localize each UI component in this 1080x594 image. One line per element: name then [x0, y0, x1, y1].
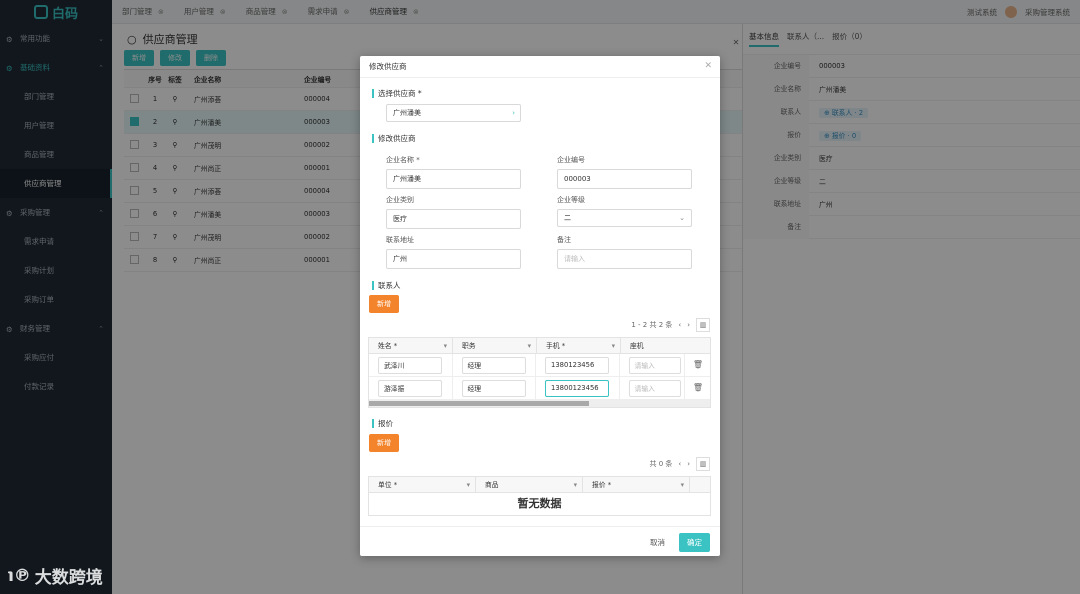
edit-supplier-modal: 修改供应商 ✕ 选择供应商 * 广州潘美 › 修改供应商 企业名称 * 广州潘美 …	[360, 56, 720, 556]
next-page-icon[interactable]: ›	[687, 460, 690, 468]
contact-mobile-input[interactable]: 1380123456	[545, 356, 610, 374]
code-field[interactable]: 000003	[557, 169, 692, 189]
contact-name-input[interactable]: 武泽川	[378, 356, 442, 374]
name-label: 企业名称 *	[386, 156, 420, 164]
code-label: 企业编号	[557, 156, 585, 164]
quote-pager: 共 0 条 ‹ › ▥	[649, 457, 710, 471]
contacts-pager: 1 - 2 共 2 条 ‹ › ▥	[631, 318, 710, 332]
contacts-header: 姓名 * ▾ 职务 ▾ 手机 * ▾ 座机	[369, 337, 710, 354]
note-field[interactable]: 请输入	[557, 249, 692, 269]
chevron-right-icon: ›	[512, 109, 515, 117]
trash-icon[interactable]: 🗑	[693, 383, 703, 392]
cancel-button[interactable]: 取消	[650, 537, 665, 548]
category-label: 企业类别	[386, 196, 414, 204]
level-select[interactable]: 二 ⌄	[557, 209, 692, 227]
chevron-down-icon[interactable]: ▾	[612, 338, 615, 354]
prev-page-icon[interactable]: ‹	[678, 460, 681, 468]
empty-state: 暂无数据	[517, 497, 562, 510]
address-label: 联系地址	[386, 236, 414, 244]
quote-table: 单位 * ▾ 商品 ▾ 报价 * ▾ 暂无数据	[368, 476, 711, 516]
contact-row: 武泽川 经理 1380123456 请输入 🗑	[369, 353, 710, 377]
modal-title: 修改供应商	[369, 62, 407, 71]
section-select: 选择供应商 *	[372, 88, 422, 99]
add-quote-button[interactable]: 新增	[369, 434, 399, 452]
chevron-down-icon: ⌄	[679, 214, 685, 222]
supplier-select[interactable]: 广州潘美 ›	[386, 104, 521, 122]
quote-header: 单位 * ▾ 商品 ▾ 报价 * ▾	[369, 476, 710, 493]
category-field[interactable]: 医疗	[386, 209, 521, 229]
close-icon[interactable]: ✕	[704, 61, 712, 71]
watermark-logo-icon: ℩℗	[8, 565, 31, 586]
contacts-table: 姓名 * ▾ 职务 ▾ 手机 * ▾ 座机 武泽川 经理 1380123456 请输入 🗑 游泽…	[368, 337, 711, 408]
contact-phone-input[interactable]: 请输入	[628, 379, 681, 397]
contact-role-input[interactable]: 经理	[461, 356, 526, 374]
modal-header: 修改供应商 ✕	[360, 56, 720, 78]
name-field[interactable]: 广州潘美	[386, 169, 521, 189]
contact-name-input[interactable]: 游泽振	[378, 379, 442, 397]
contact-row: 游泽振 经理 13800123456 请输入 🗑	[369, 376, 710, 400]
trash-icon[interactable]: 🗑	[693, 360, 703, 369]
contact-mobile-input[interactable]: 13800123456	[545, 379, 610, 397]
level-label: 企业等级	[557, 196, 585, 204]
add-contact-button[interactable]: 新增	[369, 295, 399, 313]
chevron-down-icon[interactable]: ▾	[574, 477, 577, 493]
chevron-down-icon[interactable]: ▾	[444, 338, 447, 354]
section-contacts: 联系人	[372, 280, 401, 291]
contact-role-input[interactable]: 经理	[461, 379, 526, 397]
prev-page-icon[interactable]: ‹	[678, 321, 681, 329]
modal-footer: 取消 确定	[360, 526, 720, 556]
note-label: 备注	[557, 236, 571, 244]
address-field[interactable]: 广州	[386, 249, 521, 269]
chevron-down-icon[interactable]: ▾	[528, 338, 531, 354]
section-edit: 修改供应商	[372, 133, 416, 144]
section-quote: 报价	[372, 418, 393, 429]
confirm-button[interactable]: 确定	[679, 533, 710, 552]
contact-phone-input[interactable]: 请输入	[628, 356, 681, 374]
chart-icon[interactable]: ▥	[696, 318, 710, 332]
chart-icon[interactable]: ▥	[696, 457, 710, 471]
watermark: ℩℗ 大数跨境	[8, 565, 103, 589]
horizontal-scrollbar[interactable]	[369, 400, 710, 407]
chevron-down-icon[interactable]: ▾	[681, 477, 684, 493]
chevron-down-icon[interactable]: ▾	[467, 477, 470, 493]
next-page-icon[interactable]: ›	[687, 321, 690, 329]
